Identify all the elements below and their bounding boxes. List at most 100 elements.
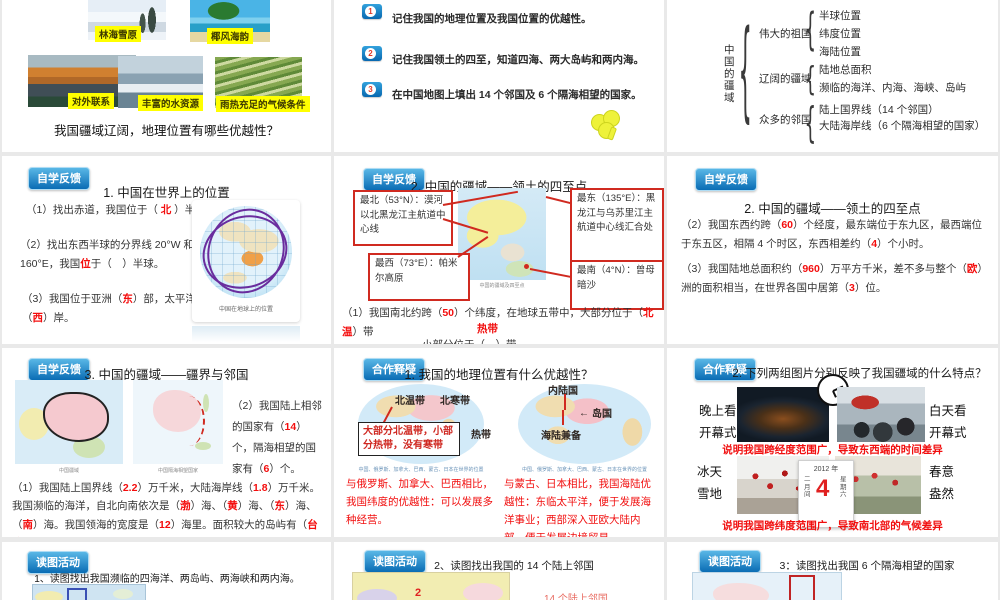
map-region (113, 589, 133, 599)
intro-question: 我国疆域辽阔，地理位置有哪些优越性？ (53, 124, 279, 138)
photo-label: 雨热充足的气候条件 (216, 96, 310, 112)
text-segment: ）个。 (269, 463, 301, 475)
text-segment: ）海。我国领海的宽度是（ (33, 518, 159, 531)
callout-east: 最东（135°E）：黑龙江与乌苏里江主航道中心线汇合处 (570, 188, 664, 264)
question-1: （1）我国陆上国界线（2.2）万千米，大陆海岸线（1.8）万千米。我国濒临的海洋… (12, 479, 324, 537)
activity-map: 2 (352, 572, 510, 600)
brace-icon: { (804, 5, 816, 57)
mindmap-leaf: 纬度位置 (819, 28, 861, 40)
map-caption: 中国、俄罗斯、加拿大、巴西、蒙古、日本在世界的位置 (521, 467, 647, 473)
text-segment: ）岸。 (43, 311, 75, 324)
slide-grid: 林海雪原 椰风海韵 对外联系 丰富的水资源 雨热充足的气候条件 我国疆域辽阔，地… (0, 0, 1000, 600)
calendar-year: 2012 年 (813, 466, 839, 473)
map-island (195, 442, 211, 450)
mindmap-leaf: 濒临的海洋、内海、海峡、岛屿 (819, 82, 966, 94)
text-segment: ）海里。面积较大的岛屿有（ (170, 518, 308, 531)
text-segment: ）海、（ (190, 500, 228, 513)
text-segment: ）海、（ (237, 500, 275, 513)
text-segment: ）万千米，大陆海岸线（ (137, 482, 253, 494)
slide-intro[interactable]: 林海雪原 椰风海韵 对外联系 丰富的水资源 雨热充足的气候条件 我国疆域辽阔，地… (2, 0, 331, 152)
objective-number: 1 (365, 6, 376, 17)
slide-features[interactable]: 合作释疑 2. 下列两组图片分别反映了我国疆域的什么特点？ 晚上看 开幕式 白天… (667, 348, 998, 537)
text-segment: 960 (802, 263, 820, 275)
slide-activity-2[interactable]: 读图活动 2、读图找出我国的 14 个陆上邻国 2 14 个陆上邻国 (334, 542, 664, 600)
slide-activity-3[interactable]: 读图活动 3：读图找出我国 6 个隔海相望的国家 (667, 542, 998, 600)
label-winter-2: 雪地 (697, 487, 723, 501)
map-caption: 中国隔海相望国家 (157, 468, 198, 474)
label-day-2: 开幕式 (929, 426, 967, 440)
label-spring-1: 春意 (929, 465, 955, 479)
slide-position[interactable]: 自学反馈 1. 中国在世界上的位置 （1）找出赤道，我国位于（ 北 ）半球。 （… (2, 156, 331, 344)
answer-land-sea: 与蒙古、日本相比，我国海陆优越性：东临太平洋，便于发展海洋事业；西部深入亚欧大陆… (504, 478, 651, 537)
answer-longitude: 说明我国跨经度范围广，导致东西端的时间差异 (722, 444, 943, 456)
question-2: （2）我国陆上相邻的国家有（14）个，隔海相望的国家有（6）个。 (232, 396, 326, 480)
objective-item: 记住我国的地理位置及我国位置的优越性。 (392, 13, 592, 25)
text-segment: 渤 (180, 500, 191, 513)
map-point (524, 264, 529, 269)
brace-icon: { (738, 11, 752, 138)
map-number: 2 (415, 587, 422, 599)
leader-line (562, 410, 564, 425)
text-segment: 于（ ）半球。 (90, 257, 165, 270)
map-highlight-box (67, 588, 87, 600)
map-highlight-box (789, 575, 815, 600)
orbit-line (194, 196, 298, 306)
slide-activity-1[interactable]: 读图活动 1、读图找出我国濒临的四海洋、两岛屿、两海峡和两内海。 (2, 542, 331, 600)
bookmark-icon: 1 (362, 4, 382, 19)
text-segment: 黄 (227, 500, 238, 513)
photo-label: 丰富的水资源 (138, 95, 204, 111)
text-segment: ）带 (352, 325, 374, 338)
question-3: （3）我国位于亚洲（东）部，太平洋（西）岸。 (22, 290, 204, 328)
slide-advantages[interactable]: 合作释疑 1. 我国的地理位置有什么优越性？ 北温带 北寒带 热带 大部分北温带… (334, 348, 664, 537)
calendar-month: 二月间 (804, 476, 811, 498)
calendar-day: 4 (816, 475, 830, 502)
slide-mindmap[interactable]: 中国的疆域 { 伟大的祖国 { 半球位置 纬度位置 海陆位置 辽阔的疆域 { 陆… (667, 0, 998, 152)
answer-latitude: 与俄罗斯、加拿大、巴西相比，我国纬度的优越性：可以发展多种经营。 (346, 478, 493, 526)
objective-number: 2 (365, 48, 376, 59)
objective-item: 记住我国领土的四至，知道四海、两大岛屿和两内海。 (392, 54, 644, 66)
label-night-2: 开幕式 (699, 426, 737, 440)
label-land-sea: 海陆兼备 (541, 431, 581, 442)
zone-label-frigid: 北寒带 (440, 396, 470, 407)
mindmap-leaf: 海陆位置 (819, 46, 861, 58)
callout-west: 最西（73°E）：帕米尔高原 (368, 253, 470, 301)
map-region (357, 589, 397, 600)
callout-line (545, 196, 571, 205)
label-winter-1: 冰天 (697, 465, 723, 479)
slide-extremes-map[interactable]: 自学反馈 2. 中国的疆域——领土的四至点 中国的疆域及四至点 最北（53°N）… (334, 156, 664, 344)
question-3: （3）我国陆地总面积约（960）万平方千米，差不多与整个（欧）洲的面积相当，在世… (681, 260, 983, 298)
callout-south: 最南（4°N）：曾母暗沙 (570, 260, 664, 310)
photo-crowd-day (837, 387, 925, 442)
text-segment: 西 (32, 311, 44, 324)
slide-title: 2. 下列两组图片分别反映了我国疆域的什么特点？ (732, 368, 987, 380)
photo-stadium-night (737, 387, 829, 442)
section-badge: 读图活动 (699, 550, 761, 573)
text-segment: ）个纬度，在地球五带中，大部分位于（ (454, 307, 644, 319)
mindmap-leaf: 大陆海岸线（6 个隔海相望的国家） (819, 120, 986, 132)
text-segment: 欧 (966, 263, 978, 275)
slide-objectives[interactable]: 1 记住我国的地理位置及我国位置的优越性。 2 记住我国领土的四至，知道四海、两… (334, 0, 664, 152)
label-spring-2: 盎然 (929, 487, 955, 501)
question-2: （2）找出东西半球的分界线 20°W 和 160°E，我国位于（ ）半球。 (20, 236, 194, 274)
slide-title: 1. 中国在世界上的位置 (103, 186, 230, 200)
slide-extremes-text[interactable]: 自学反馈 2. 中国的疆域——领土的四至点 （2）我国东西约跨（60）个经度，最… (667, 156, 998, 344)
clover-icon (589, 110, 629, 145)
label-night-1: 晚上看 (699, 404, 737, 418)
photo-label: 对外联系 (68, 93, 115, 109)
text-segment: 50 (442, 307, 455, 319)
slide-borders[interactable]: 自学反馈 3. 中国的疆域——疆界与邻国 中国疆域 中国隔海相望国家 （2）我国… (2, 348, 331, 537)
globe-image (192, 196, 298, 306)
activity-map (32, 584, 146, 600)
brace-icon: { (804, 100, 816, 148)
objective-item: 在中国地图上填出 14 个邻国及 6 个隔海相望的国家。 (392, 89, 642, 101)
text-segment: ）个小时。 (877, 237, 930, 250)
text-segment: （2）我国东西约跨（ (681, 219, 782, 231)
bookmark-icon: 2 (362, 46, 382, 61)
label-island-country: 岛国 (592, 409, 612, 420)
map-caption: 中国疆域 (58, 468, 79, 474)
activity-title: 3：读图找出我国 6 个隔海相望的国家 (779, 560, 955, 572)
map-sea-neighbours (133, 380, 223, 464)
mindmap-leaf: 陆上国界线（14 个邻国） (819, 104, 939, 116)
reflection (192, 326, 300, 342)
text-segment: （1）我国南北约跨（ (342, 307, 443, 319)
